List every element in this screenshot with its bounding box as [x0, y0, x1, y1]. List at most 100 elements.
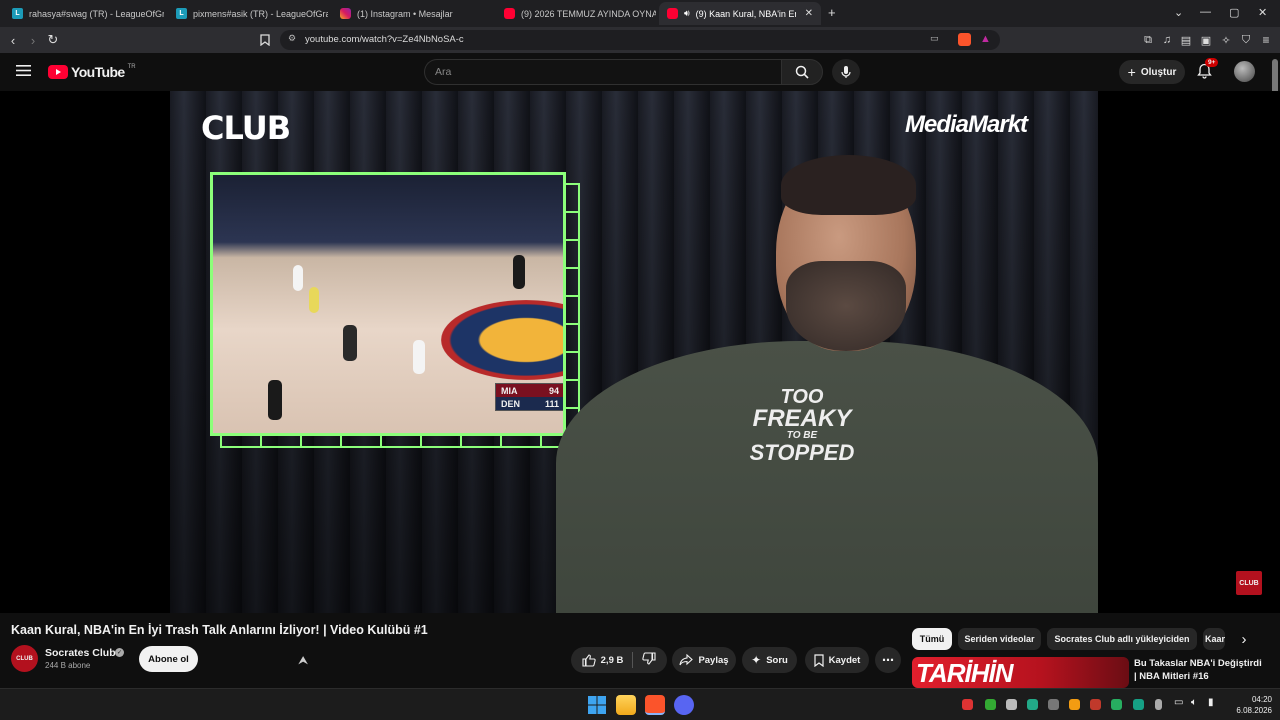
- browser-tab-youtube-1[interactable]: (9) 2026 TEMMUZ AYINDA OYNADIĞ: [496, 2, 656, 25]
- battery-icon[interactable]: ▮: [1208, 697, 1214, 708]
- clock-date: 6.08.2026: [1236, 706, 1272, 715]
- more-actions-button[interactable]: ⋯: [875, 647, 901, 673]
- tray-app-icon[interactable]: [1133, 699, 1144, 710]
- chip-kaan[interactable]: Kaan: [1203, 628, 1225, 650]
- create-button[interactable]: + Oluştur: [1119, 60, 1185, 84]
- video-player[interactable]: CLUB MediaMarkt MIA 94 DEN 111 TOO FREAK…: [0, 91, 1280, 613]
- subscribe-button[interactable]: Abone ol: [139, 646, 198, 672]
- tray-app-icon[interactable]: [1111, 699, 1122, 710]
- dislike-button[interactable]: [642, 652, 656, 668]
- cast-icon[interactable]: ▭: [930, 33, 939, 44]
- chip-uploader[interactable]: Socrates Club adlı yükleyiciden: [1047, 628, 1197, 650]
- recommendation-thumbnail[interactable]: TARİHİN: [912, 657, 1129, 688]
- mouse-cursor-icon: ⮝: [298, 653, 309, 667]
- video-title: Kaan Kural, NBA'in En İyi Trash Talk Anl…: [11, 623, 428, 637]
- tab-label: (9) Kaan Kural, NBA'in En İyi T: [695, 8, 796, 19]
- hamburger-menu-icon[interactable]: [16, 64, 31, 77]
- bookmark-icon[interactable]: [257, 32, 273, 48]
- channel-name[interactable]: Socrates Club: [45, 647, 116, 659]
- extensions-icon[interactable]: ⧉: [1140, 32, 1156, 48]
- maximize-button[interactable]: ▢: [1229, 6, 1239, 19]
- search-input[interactable]: Ara: [424, 59, 782, 85]
- menu-icon[interactable]: ≡: [1258, 32, 1274, 48]
- site-info-icon[interactable]: ⚙: [288, 33, 296, 44]
- ask-button[interactable]: ✦ Soru: [742, 647, 797, 673]
- player-figure: [413, 340, 425, 374]
- tab-label: rahasya#swag (TR) - LeagueOfGraphs: [29, 8, 164, 19]
- shirt-print: TOO FREAKY TO BE STOPPED: [732, 386, 872, 464]
- tray-app-icon[interactable]: [962, 699, 973, 710]
- host-person: TOO FREAKY TO BE STOPPED: [496, 151, 1098, 613]
- browser-tab-bar: L rahasya#swag (TR) - LeagueOfGraphs L p…: [0, 0, 1280, 27]
- reload-icon[interactable]: ↻: [45, 32, 61, 48]
- shirt-print-line: FREAKY: [752, 405, 852, 432]
- volume-icon[interactable]: 🔈︎: [1191, 697, 1197, 708]
- brave-browser-icon[interactable]: [645, 695, 665, 715]
- channel-avatar[interactable]: CLUB: [11, 645, 38, 672]
- channel-watermark[interactable]: CLUB: [1236, 571, 1262, 595]
- host-shirt: [556, 341, 1098, 613]
- share-button[interactable]: Paylaş: [672, 647, 736, 673]
- save-button[interactable]: Kaydet: [805, 647, 869, 673]
- network-icon[interactable]: ▭: [1174, 697, 1183, 708]
- browser-tab-youtube-active[interactable]: 🔊︎ (9) Kaan Kural, NBA'in En İyi T ✕: [659, 2, 821, 25]
- player-figure: [293, 265, 303, 291]
- chevron-right-icon[interactable]: ›: [1234, 629, 1254, 649]
- tray-app-icon[interactable]: [1048, 699, 1059, 710]
- avatar[interactable]: [1234, 61, 1255, 82]
- browser-tab-instagram[interactable]: (1) Instagram • Mesajlar: [332, 2, 492, 25]
- leo-ai-icon[interactable]: ✧: [1218, 32, 1234, 48]
- tray-app-icon[interactable]: [1006, 699, 1017, 710]
- voice-search-button[interactable]: [832, 59, 860, 85]
- system-clock[interactable]: 04:20 6.08.2026: [1228, 694, 1272, 716]
- tab-label: (1) Instagram • Mesajlar: [357, 8, 453, 19]
- divider: [632, 652, 634, 668]
- speaker-icon: 🔊︎: [684, 8, 690, 18]
- bookmark-icon: [814, 653, 824, 667]
- tray-app-icon[interactable]: [1027, 699, 1038, 710]
- player-figure: [309, 287, 319, 313]
- vpn-icon[interactable]: ⛉: [1238, 32, 1254, 48]
- ask-label: Soru: [766, 654, 788, 666]
- browser-tab-leagueofgraphs-2[interactable]: L pixmens#asik (TR) - LeagueOfGraphs: [168, 2, 328, 25]
- tab-list-icon[interactable]: ⌄: [1174, 6, 1183, 19]
- windows-start-icon[interactable]: [587, 695, 607, 715]
- player-figure: [343, 325, 357, 361]
- chip-series[interactable]: Seriden videolar: [958, 628, 1041, 650]
- tray-app-icon[interactable]: [1090, 699, 1101, 710]
- forward-icon[interactable]: ›: [25, 32, 41, 48]
- recommendation-title[interactable]: Bu Takaslar NBA'i Değiştirdi | NBA Mitle…: [1134, 657, 1264, 683]
- youtube-play-icon: [48, 65, 68, 79]
- back-icon[interactable]: ‹: [5, 32, 21, 48]
- minimize-button[interactable]: —: [1200, 6, 1211, 18]
- address-bar[interactable]: ⚙ youtube.com/watch?v=Ze4NbNoSA-c ▭: [280, 30, 1000, 50]
- tray-app-icon[interactable]: [1069, 699, 1080, 710]
- notifications-button[interactable]: 9+: [1197, 58, 1219, 84]
- tray-app-icon[interactable]: [985, 699, 996, 710]
- like-count: 2,9 B: [600, 654, 624, 666]
- wallet-icon[interactable]: ▣: [1198, 32, 1214, 48]
- host-hair: [781, 155, 916, 215]
- search-button[interactable]: [781, 59, 823, 85]
- new-tab-button[interactable]: +: [828, 5, 836, 20]
- search-placeholder: Ara: [435, 66, 452, 78]
- thumbs-down-icon: [642, 652, 656, 665]
- browser-tab-leagueofgraphs-1[interactable]: L rahasya#swag (TR) - LeagueOfGraphs: [4, 2, 164, 25]
- sidebar-icon[interactable]: ▤: [1178, 32, 1194, 48]
- windows-taskbar: ▭ 🔈︎ ▮ 04:20 6.08.2026: [0, 688, 1280, 720]
- microphone-tray-icon[interactable]: [1155, 699, 1162, 710]
- close-window-button[interactable]: ✕: [1258, 6, 1267, 19]
- brave-shields-icon[interactable]: [958, 33, 971, 46]
- media-icon[interactable]: ♫: [1159, 32, 1175, 48]
- close-icon[interactable]: ✕: [805, 8, 813, 19]
- brave-rewards-icon[interactable]: ▲: [980, 33, 991, 45]
- chip-all[interactable]: Tümü: [912, 628, 952, 650]
- youtube-header: YouTube TR Ara + Oluştur 9+: [0, 53, 1280, 91]
- file-explorer-icon[interactable]: [616, 695, 636, 715]
- player-figure: [268, 380, 282, 420]
- like-button[interactable]: 2,9 B: [582, 653, 624, 667]
- clock-time: 04:20: [1251, 695, 1272, 704]
- youtube-logo[interactable]: YouTube TR: [48, 64, 136, 80]
- leagueofgraphs-icon: L: [176, 8, 187, 19]
- discord-icon[interactable]: [674, 695, 694, 715]
